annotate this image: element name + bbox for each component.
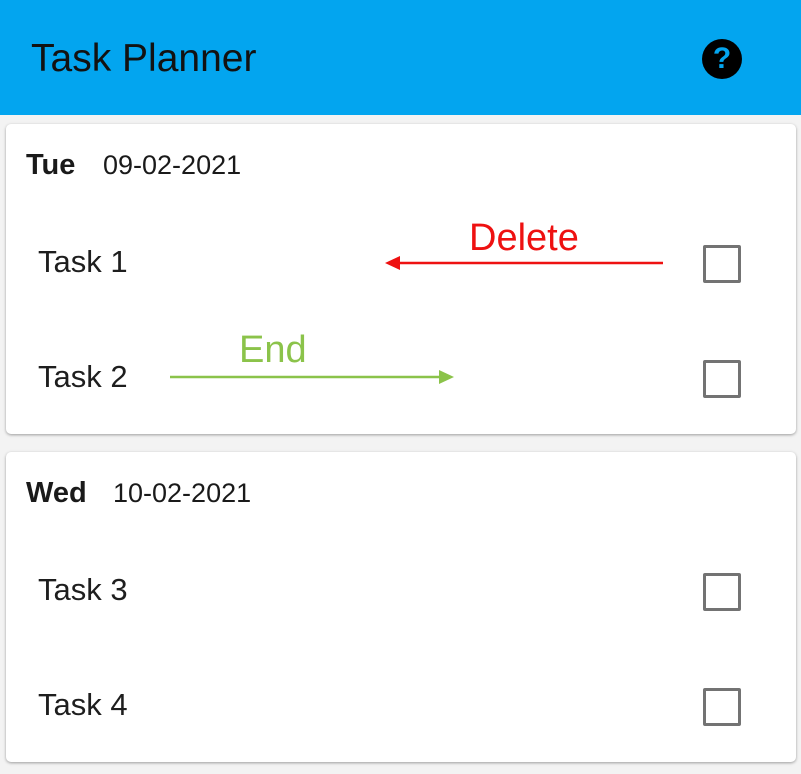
help-glyph: ? <box>712 42 732 75</box>
task-label: Task 3 <box>38 572 128 607</box>
day-card-wed: Wed 10-02-2021 Task 3 Task 4 <box>6 452 796 762</box>
task-row[interactable]: Task 4 <box>6 669 796 739</box>
task-checkbox[interactable] <box>703 245 741 283</box>
day-date: 09-02-2021 <box>103 150 242 180</box>
task-row[interactable]: Task 1 <box>6 226 796 296</box>
app-title: Task Planner <box>31 37 257 80</box>
day-name: Wed <box>26 477 87 509</box>
delete-annotation-label: Delete <box>469 217 579 259</box>
day-date: 10-02-2021 <box>113 478 252 508</box>
day-name: Tue <box>26 149 76 181</box>
day-card-tue: Tue 09-02-2021 Task 1 Task 2 <box>6 124 796 434</box>
end-annotation-label: End <box>239 329 307 371</box>
help-icon[interactable]: ? <box>702 39 742 79</box>
task-label: Task 2 <box>38 359 128 394</box>
task-row[interactable]: Task 3 <box>6 554 796 624</box>
task-label: Task 4 <box>38 687 128 722</box>
task-checkbox[interactable] <box>703 360 741 398</box>
task-row[interactable]: Task 2 <box>6 341 796 411</box>
task-checkbox[interactable] <box>703 573 741 611</box>
task-checkbox[interactable] <box>703 688 741 726</box>
task-label: Task 1 <box>38 244 128 279</box>
app-bar: Task Planner ? <box>0 0 801 115</box>
